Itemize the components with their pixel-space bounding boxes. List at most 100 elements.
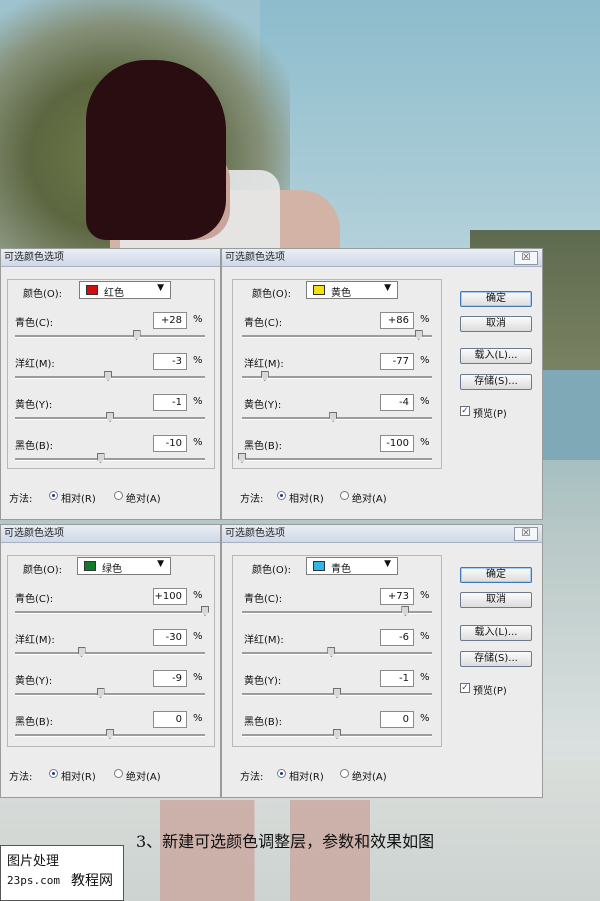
black-value-input[interactable]: -10 <box>153 435 187 452</box>
method-absolute-radio[interactable] <box>340 769 349 778</box>
magenta-label: 洋红(M): <box>15 635 55 646</box>
method-relative-radio[interactable] <box>277 769 286 778</box>
method-absolute-label[interactable]: 绝对(A) <box>352 768 387 783</box>
method-absolute-radio[interactable] <box>114 491 123 500</box>
dialog-title: 可选颜色选项 <box>1 249 220 267</box>
magenta-label: 洋红(M): <box>15 359 55 370</box>
magenta-value-input[interactable]: -77 <box>380 353 414 370</box>
yellow-slider-track[interactable] <box>242 688 432 698</box>
magenta-slider-track[interactable] <box>242 371 432 381</box>
cyan-label: 青色(C): <box>15 594 54 605</box>
magenta-label: 洋红(M): <box>244 635 284 646</box>
black-slider-track[interactable] <box>15 453 205 463</box>
black-percent-sign: % <box>420 437 430 448</box>
yellow-value-input[interactable]: -9 <box>153 670 187 687</box>
method-absolute-label[interactable]: 绝对(A) <box>126 490 161 505</box>
yellow-slider-track[interactable] <box>242 412 432 422</box>
cancel-button[interactable]: 取消 <box>460 592 532 608</box>
preview-checkbox[interactable]: ✓ <box>460 683 470 693</box>
color-name: 黄色 <box>331 288 351 299</box>
cyan-value-input[interactable]: +28 <box>153 312 187 329</box>
black-value-input[interactable]: 0 <box>153 711 187 728</box>
black-slider-track[interactable] <box>242 729 432 739</box>
color-dropdown[interactable]: 黄色 ▼ <box>306 281 398 299</box>
cyan-percent-sign: % <box>193 590 203 601</box>
magenta-value-input[interactable]: -30 <box>153 629 187 646</box>
black-slider-track[interactable] <box>15 729 205 739</box>
preview-label[interactable]: 预览(P) <box>473 682 507 697</box>
method-absolute-label[interactable]: 绝对(A) <box>126 768 161 783</box>
yellow-slider-track[interactable] <box>15 688 205 698</box>
cyan-slider-track[interactable] <box>242 606 432 616</box>
black-label: 黑色(B): <box>15 717 54 728</box>
method-relative-label[interactable]: 相对(R) <box>61 490 96 505</box>
figure-hair <box>86 60 226 240</box>
close-icon[interactable]: ☒ <box>514 251 538 265</box>
color-label: 颜色(O): <box>23 565 63 576</box>
color-name: 绿色 <box>102 564 122 575</box>
save-button[interactable]: 存储(S)... <box>460 374 532 390</box>
chevron-down-icon: ▼ <box>384 559 391 569</box>
color-dropdown[interactable]: 红色 ▼ <box>79 281 171 299</box>
yellow-value-input[interactable]: -1 <box>380 670 414 687</box>
cyan-percent-sign: % <box>193 314 203 325</box>
magenta-percent-sign: % <box>193 631 203 642</box>
magenta-value-input[interactable]: -6 <box>380 629 414 646</box>
black-label: 黑色(B): <box>15 441 54 452</box>
cyan-label: 青色(C): <box>244 594 283 605</box>
save-button[interactable]: 存储(S)... <box>460 651 532 667</box>
color-dropdown[interactable]: 绿色 ▼ <box>77 557 171 575</box>
method-label: 方法: <box>240 772 264 783</box>
color-label: 颜色(O): <box>252 565 292 576</box>
cyan-value-input[interactable]: +100 <box>153 588 187 605</box>
selective-color-dialog-cyan: 可选颜色选项 ☒ 颜色(O): 青色 ▼ 方法: 相对(R) 绝对(A) 确定 … <box>221 524 543 798</box>
magenta-slider-track[interactable] <box>15 647 205 657</box>
color-label: 颜色(O): <box>23 289 63 300</box>
magenta-label: 洋红(M): <box>244 359 284 370</box>
yellow-label: 黄色(Y): <box>15 400 53 411</box>
load-button[interactable]: 载入(L)... <box>460 348 532 364</box>
color-swatch <box>84 561 96 571</box>
method-label: 方法: <box>9 772 33 783</box>
cyan-slider-track[interactable] <box>15 330 205 340</box>
method-absolute-radio[interactable] <box>340 491 349 500</box>
magenta-value-input[interactable]: -3 <box>153 353 187 370</box>
method-relative-label[interactable]: 相对(R) <box>289 490 324 505</box>
caption-text: 3、新建可选颜色调整层，参数和效果如图 <box>136 832 435 851</box>
selective-color-dialog-red: 可选颜色选项 颜色(O): 红色 ▼ 方法: 相对(R) 绝对(A) 青色(C)… <box>0 248 221 520</box>
method-relative-radio[interactable] <box>277 491 286 500</box>
dialog-title: 可选颜色选项 <box>1 525 220 543</box>
yellow-value-input[interactable]: -4 <box>380 394 414 411</box>
color-dropdown[interactable]: 青色 ▼ <box>306 557 398 575</box>
black-value-input[interactable]: -100 <box>380 435 414 452</box>
yellow-label: 黄色(Y): <box>15 676 53 687</box>
close-icon[interactable]: ☒ <box>514 527 538 541</box>
magenta-slider-track[interactable] <box>242 647 432 657</box>
black-value-input[interactable]: 0 <box>380 711 414 728</box>
cancel-button[interactable]: 取消 <box>460 316 532 332</box>
method-absolute-label[interactable]: 绝对(A) <box>352 490 387 505</box>
color-name: 红色 <box>104 288 124 299</box>
ok-button[interactable]: 确定 <box>460 291 532 307</box>
preview-label[interactable]: 预览(P) <box>473 405 507 420</box>
ok-button[interactable]: 确定 <box>460 567 532 583</box>
yellow-value-input[interactable]: -1 <box>153 394 187 411</box>
cyan-slider-track[interactable] <box>242 330 432 340</box>
black-percent-sign: % <box>193 437 203 448</box>
method-absolute-radio[interactable] <box>114 769 123 778</box>
method-relative-label[interactable]: 相对(R) <box>289 768 324 783</box>
cyan-value-input[interactable]: +73 <box>380 588 414 605</box>
method-relative-radio[interactable] <box>49 769 58 778</box>
black-slider-track[interactable] <box>238 453 432 463</box>
preview-checkbox[interactable]: ✓ <box>460 406 470 416</box>
method-relative-radio[interactable] <box>49 491 58 500</box>
magenta-slider-track[interactable] <box>15 371 205 381</box>
cyan-value-input[interactable]: +86 <box>380 312 414 329</box>
chevron-down-icon: ▼ <box>157 559 164 569</box>
yellow-slider-track[interactable] <box>15 412 205 422</box>
cyan-slider-track[interactable] <box>15 606 209 616</box>
load-button[interactable]: 载入(L)... <box>460 625 532 641</box>
dialog-title: 可选颜色选项 <box>222 249 542 267</box>
cyan-label: 青色(C): <box>15 318 54 329</box>
method-relative-label[interactable]: 相对(R) <box>61 768 96 783</box>
